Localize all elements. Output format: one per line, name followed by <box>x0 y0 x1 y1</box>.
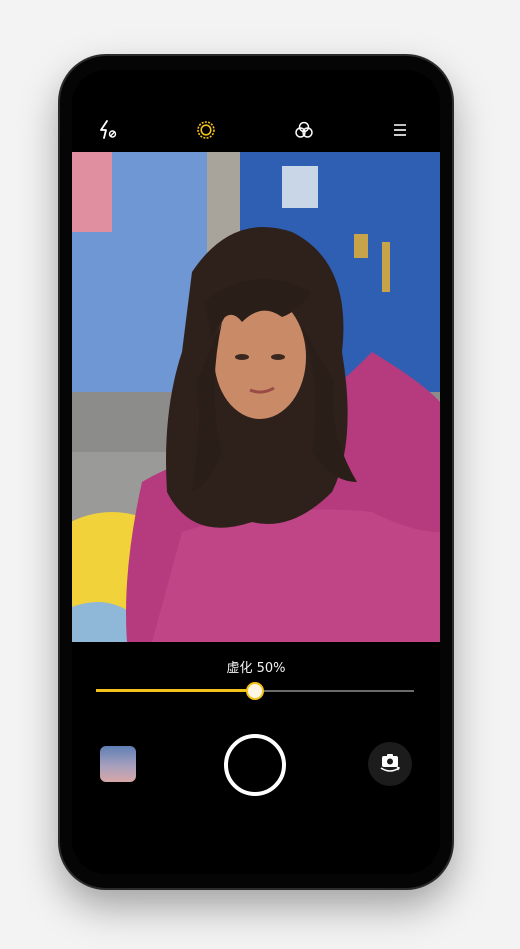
menu-icon[interactable] <box>386 116 414 144</box>
camera-viewfinder[interactable] <box>72 152 440 642</box>
switch-camera-button[interactable] <box>368 742 412 786</box>
switch-camera-icon <box>377 749 403 779</box>
blur-slider[interactable] <box>96 682 414 700</box>
camera-screen: 虚化 50% <box>72 70 440 874</box>
beauty-ring-icon[interactable] <box>192 116 220 144</box>
blur-slider-fill <box>96 689 255 692</box>
shutter-button[interactable] <box>224 734 286 796</box>
top-toolbar <box>72 110 440 150</box>
blur-level-label: 虚化 50% <box>226 661 286 676</box>
flash-off-icon[interactable] <box>94 116 122 144</box>
filters-icon[interactable] <box>290 116 318 144</box>
blur-slider-thumb[interactable] <box>246 682 264 700</box>
gallery-thumbnail[interactable] <box>100 746 136 782</box>
viewfinder-image <box>72 152 440 642</box>
